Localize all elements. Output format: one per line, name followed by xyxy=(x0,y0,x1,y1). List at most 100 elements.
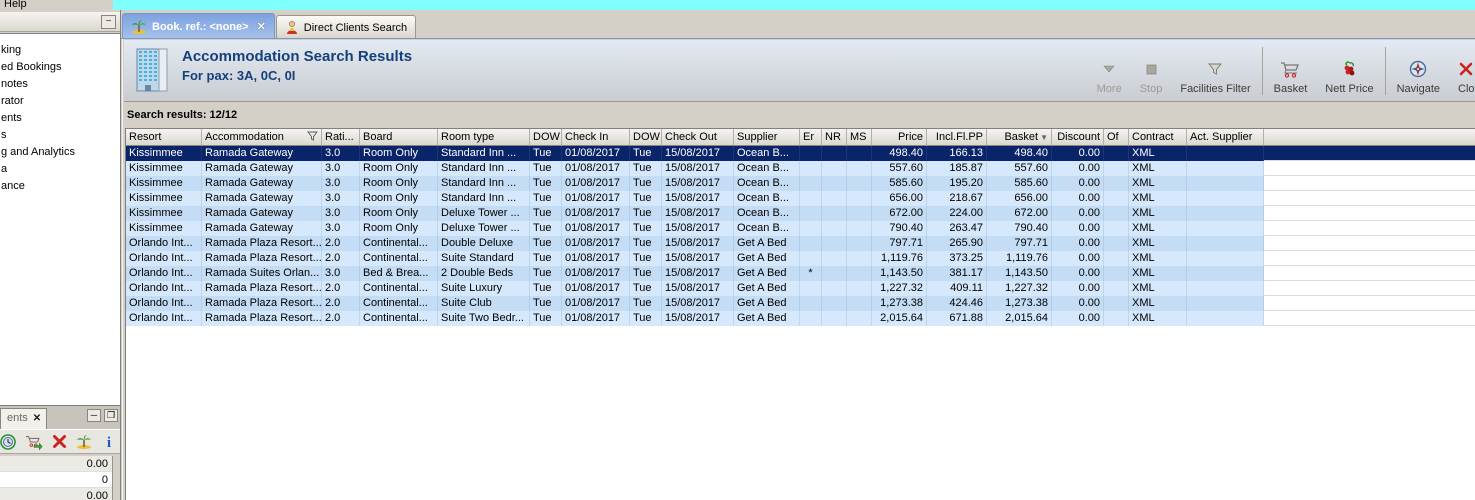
column-header-board[interactable]: Board xyxy=(360,129,438,146)
table-row[interactable]: Kissimmee Ramada Gateway 3.0 Room Only Stand… xyxy=(126,161,1475,176)
cell-price: 498.40 xyxy=(872,146,927,161)
column-header-of[interactable]: Of xyxy=(1104,129,1129,146)
cell-board: Room Only xyxy=(360,206,438,221)
cart-arrow-icon[interactable] xyxy=(25,433,43,451)
column-header-er[interactable]: Er xyxy=(800,129,822,146)
cell-resort: Orlando Int... xyxy=(126,251,202,266)
table-row[interactable]: Kissimmee Ramada Gateway 3.0 Room Only Stand… xyxy=(126,146,1475,161)
palm-island-icon[interactable] xyxy=(75,433,93,451)
cell-incl-fl-pp: 373.25 xyxy=(927,251,987,266)
filter-icon[interactable] xyxy=(307,131,318,144)
row-filler xyxy=(1264,221,1475,236)
cell-er xyxy=(800,206,822,221)
table-row[interactable]: Kissimmee Ramada Gateway 3.0 Room Only Delux… xyxy=(126,221,1475,236)
column-header-label: Check Out xyxy=(665,131,717,143)
cell-dow: Tue xyxy=(630,206,662,221)
column-header-check-in[interactable]: Check In xyxy=(562,129,630,146)
column-header-basket[interactable]: Basket ▼ xyxy=(987,129,1052,146)
collapse-button[interactable]: − xyxy=(101,15,116,29)
column-header-ms[interactable]: MS xyxy=(847,129,872,146)
cell-discount: 0.00 xyxy=(1052,176,1104,191)
tab-label: Direct Clients Search xyxy=(303,21,408,34)
bottom-panel-toolbar: i xyxy=(0,429,120,454)
tab-direct-clients-search[interactable]: Direct Clients Search xyxy=(275,15,417,39)
table-row[interactable]: Kissimmee Ramada Gateway 3.0 Room Only Stand… xyxy=(126,191,1475,206)
cell-room-type: Suite Club xyxy=(438,296,530,311)
cell-ms xyxy=(847,176,872,191)
sidebar-item[interactable]: g and Analytics xyxy=(0,144,120,161)
column-header-accommodation[interactable]: Accommodation xyxy=(202,129,322,146)
column-header-label: Basket xyxy=(1004,131,1039,143)
column-header-rati-[interactable]: Rati... xyxy=(322,129,360,146)
navigation-sidebar: − king ed Bookings notes rator ents s g and An… xyxy=(0,10,121,500)
column-header-nr[interactable]: NR xyxy=(822,129,847,146)
tab-booking-ref[interactable]: Book. ref.: <none> ✕ xyxy=(122,13,275,39)
cell-act-supplier xyxy=(1187,176,1264,191)
sidebar-item[interactable]: s xyxy=(0,127,120,144)
cell-accommodation: Ramada Plaza Resort... xyxy=(202,311,322,326)
facilities-filter-button[interactable]: Facilities Filter xyxy=(1171,43,1259,99)
cell-resort: Kissimmee xyxy=(126,221,202,236)
close-icon[interactable]: ✕ xyxy=(33,413,41,424)
cell-supplier: Get A Bed xyxy=(734,236,800,251)
table-row[interactable]: Orlando Int... Ramada Plaza Resort... 2.0 C… xyxy=(126,311,1475,326)
cell-dow: Tue xyxy=(530,176,562,191)
cell-act-supplier xyxy=(1187,251,1264,266)
cell-ms xyxy=(847,281,872,296)
column-header-check-out[interactable]: Check Out xyxy=(662,129,734,146)
palm-island-icon xyxy=(131,19,147,34)
menu-help[interactable]: Help xyxy=(4,0,27,10)
column-header-dow[interactable]: DOW xyxy=(530,129,562,146)
cell-act-supplier xyxy=(1187,236,1264,251)
table-row[interactable]: Kissimmee Ramada Gateway 3.0 Room Only Stand… xyxy=(126,176,1475,191)
info-icon[interactable]: i xyxy=(100,433,118,451)
cell-basket: 498.40 xyxy=(987,146,1052,161)
table-row[interactable]: Orlando Int... Ramada Plaza Resort... 2.0 C… xyxy=(126,281,1475,296)
table-row[interactable]: Orlando Int... Ramada Plaza Resort... 2.0 C… xyxy=(126,236,1475,251)
row-filler xyxy=(1264,191,1475,206)
cell-er xyxy=(800,281,822,296)
table-row[interactable]: Orlando Int... Ramada Plaza Resort... 2.0 C… xyxy=(126,251,1475,266)
cell-dow: Tue xyxy=(530,206,562,221)
globe-clock-icon[interactable] xyxy=(0,433,18,451)
tab-close-icon[interactable]: ✕ xyxy=(257,20,266,33)
column-header-resort[interactable]: Resort xyxy=(126,129,202,146)
delete-x-icon[interactable] xyxy=(50,433,68,451)
clo-button[interactable]: Clo xyxy=(1449,43,1475,99)
bottom-panel-values: 0.00 0 0.00 xyxy=(0,456,113,500)
minimize-button[interactable]: ─ xyxy=(87,409,101,422)
cell-nr xyxy=(822,236,847,251)
sidebar-item[interactable]: ance xyxy=(0,178,120,195)
column-header-incl-fl-pp[interactable]: Incl.Fl.PP xyxy=(927,129,987,146)
cell-incl-fl-pp: 218.67 xyxy=(927,191,987,206)
sidebar-item[interactable]: king xyxy=(0,42,120,59)
column-header-room-type[interactable]: Room type xyxy=(438,129,530,146)
column-header-supplier[interactable]: Supplier xyxy=(734,129,800,146)
basket-button[interactable]: Basket xyxy=(1265,43,1317,99)
cell-check-in: 01/08/2017 xyxy=(562,281,630,296)
column-header-discount[interactable]: Discount xyxy=(1052,129,1104,146)
column-header-act-supplier[interactable]: Act. Supplier xyxy=(1187,129,1264,146)
table-row[interactable]: Kissimmee Ramada Gateway 3.0 Room Only Delux… xyxy=(126,206,1475,221)
navigate-button[interactable]: Navigate xyxy=(1388,43,1449,99)
column-header-contract[interactable]: Contract xyxy=(1129,129,1187,146)
cell-nr xyxy=(822,191,847,206)
column-header-dow[interactable]: DOW xyxy=(630,129,662,146)
sidebar-item[interactable]: ents xyxy=(0,110,120,127)
sidebar-item[interactable]: notes xyxy=(0,76,120,93)
sidebar-item[interactable]: ed Bookings xyxy=(0,59,120,76)
table-row[interactable]: Orlando Int... Ramada Plaza Resort... 2.0 C… xyxy=(126,296,1475,311)
sidebar-item[interactable]: rator xyxy=(0,93,120,110)
bottom-panel-tab[interactable]: ents ✕ xyxy=(0,408,48,429)
cell-board: Continental... xyxy=(360,281,438,296)
table-row[interactable]: Orlando Int... Ramada Suites Orlan... 3.0 B… xyxy=(126,266,1475,281)
cell-of xyxy=(1104,221,1129,236)
restore-button[interactable]: ❐ xyxy=(104,409,118,422)
cell-supplier: Ocean B... xyxy=(734,221,800,236)
sidebar-item[interactable]: a xyxy=(0,161,120,178)
stop-button: Stop xyxy=(1131,43,1172,99)
column-header-price[interactable]: Price xyxy=(872,129,927,146)
nett-price-button[interactable]: Nett Price xyxy=(1316,43,1382,99)
cell-basket: 790.40 xyxy=(987,221,1052,236)
cell-dow: Tue xyxy=(530,161,562,176)
